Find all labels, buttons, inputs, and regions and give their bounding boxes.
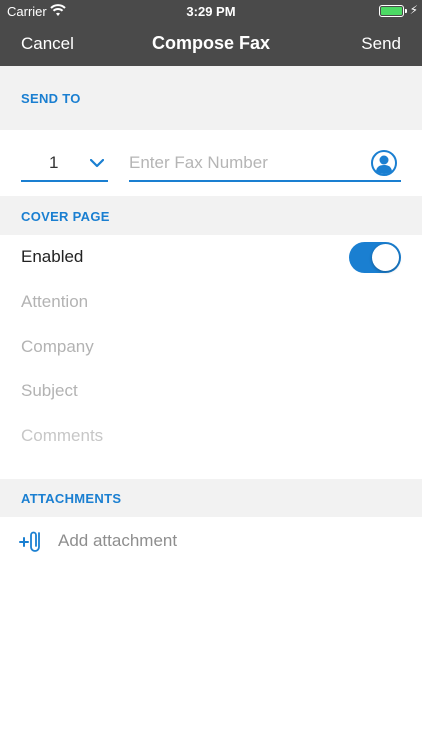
attention-field[interactable]: Attention [21, 292, 88, 312]
add-attachment-label: Add attachment [58, 531, 178, 550]
toggle-knob [372, 244, 399, 271]
country-code-value: 1 [49, 153, 59, 172]
charging-bolt-icon: ⚡ [409, 3, 418, 17]
attachments-header-label: ATTACHMENTS [21, 491, 122, 506]
cover-page-section-header: COVER PAGE [0, 196, 422, 235]
country-code-select[interactable]: 1 [21, 143, 108, 182]
comments-field[interactable]: Comments [21, 426, 103, 446]
send-to-header-label: SEND TO [21, 91, 81, 106]
cover-page-header-label: COVER PAGE [21, 209, 110, 224]
battery-tip [405, 9, 407, 13]
fax-number-input[interactable] [129, 151, 359, 175]
cover-page-enabled-toggle[interactable] [349, 242, 401, 273]
fax-number-field [129, 143, 401, 182]
chevron-down-icon [89, 155, 105, 173]
navigation-bar: Cancel Compose Fax Send [0, 22, 422, 66]
enabled-label: Enabled [21, 247, 84, 266]
company-field[interactable]: Company [21, 337, 94, 357]
paperclip-plus-icon [19, 528, 45, 559]
status-bar: Carrier 3:29 PM ⚡ [0, 0, 422, 22]
contact-icon[interactable] [371, 150, 397, 181]
battery-icon [379, 5, 404, 17]
status-time: 3:29 PM [186, 4, 236, 19]
page-title: Compose Fax [151, 33, 271, 53]
send-to-section-header: SEND TO [0, 66, 422, 130]
subject-field[interactable]: Subject [21, 381, 78, 401]
send-button[interactable]: Send [361, 34, 401, 54]
attachments-section-header: ATTACHMENTS [0, 479, 422, 517]
